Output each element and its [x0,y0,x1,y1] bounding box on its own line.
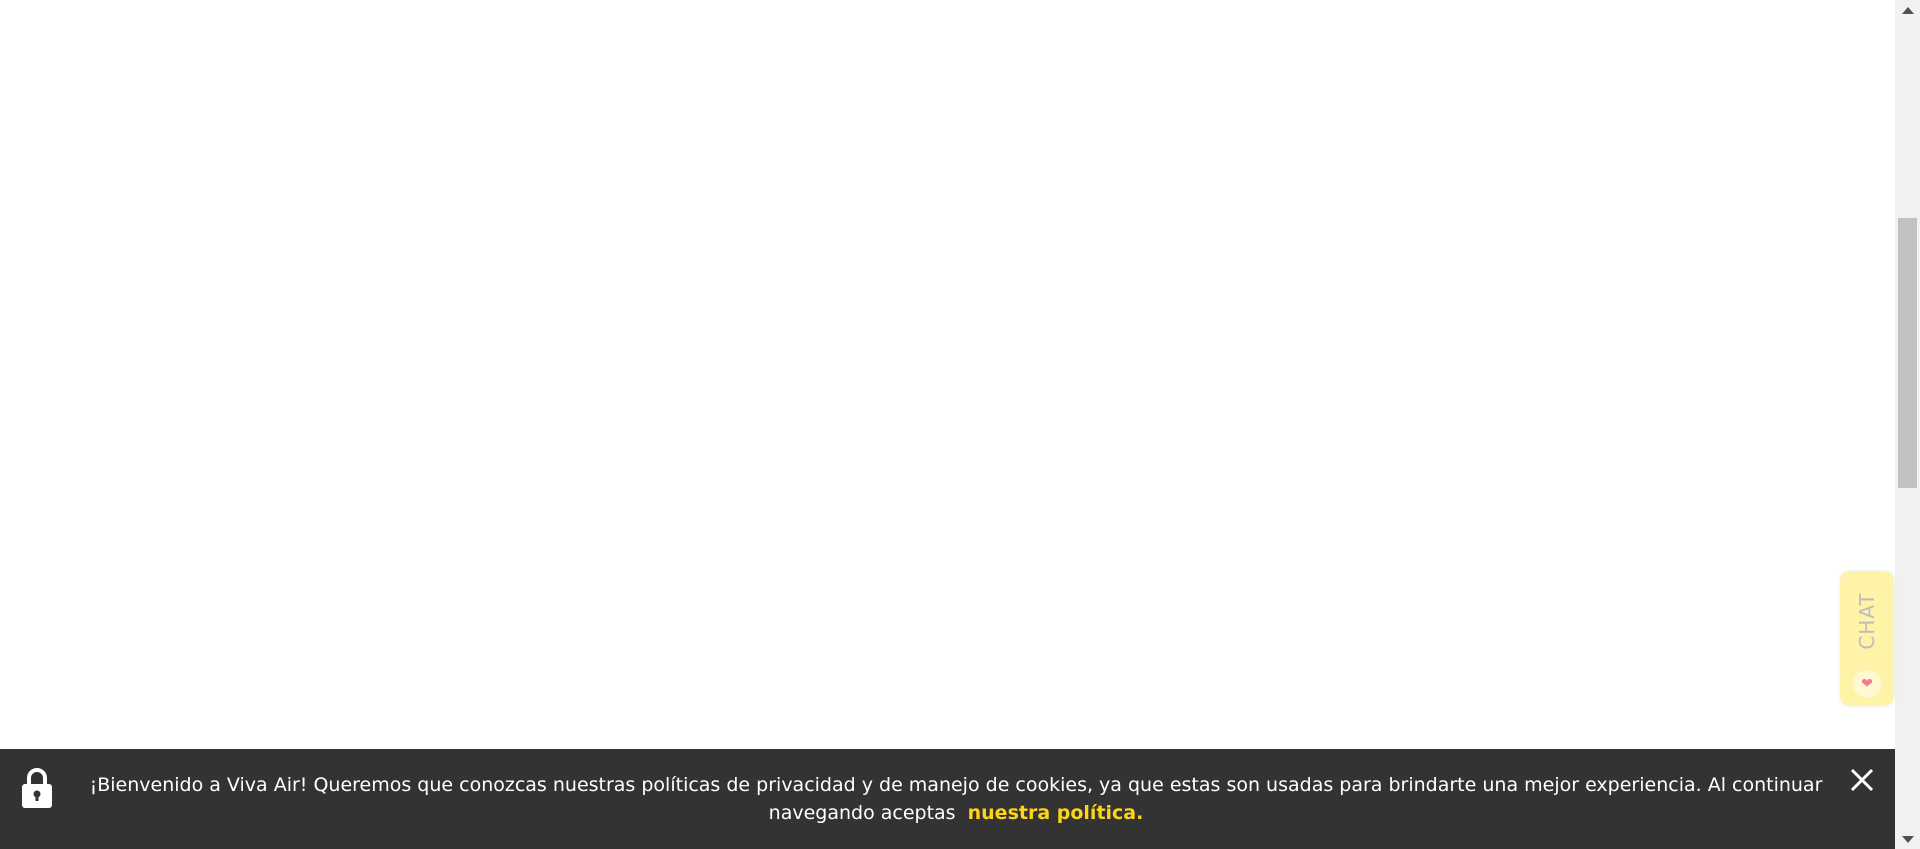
scroll-up-arrow-icon[interactable] [1895,0,1920,20]
cookie-banner: ¡Bienvenido a Viva Air! Queremos que con… [0,749,1895,849]
cookie-message-text: ¡Bienvenido a Viva Air! Queremos que con… [89,774,1823,824]
scrollbar-thumb[interactable] [1898,218,1917,488]
privacy-policy-link[interactable]: nuestra política. [968,802,1144,824]
heart-icon: ❤ [1853,670,1881,698]
vertical-scrollbar[interactable] [1895,0,1920,849]
lock-icon [20,766,54,808]
close-icon[interactable] [1849,767,1875,793]
chat-button[interactable]: CHAT ❤ [1840,571,1894,706]
chat-label: CHAT [1855,592,1879,650]
scroll-down-arrow-icon[interactable] [1895,829,1920,849]
cookie-message: ¡Bienvenido a Viva Air! Queremos que con… [74,771,1838,827]
page-content [0,0,1895,849]
